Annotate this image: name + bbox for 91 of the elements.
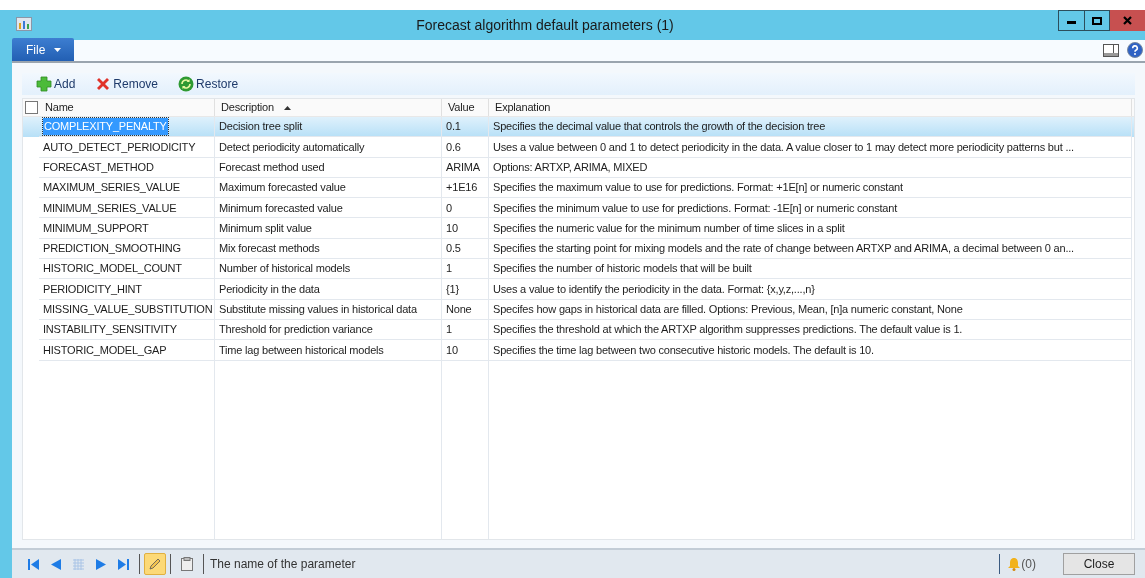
table-cell-text: 1 (446, 322, 452, 338)
table-cell-text: HISTORIC_MODEL_COUNT (43, 261, 182, 277)
table-row[interactable]: FORECAST_METHOD Forecast method used ARIMA Options: ARTXP, ARIMA, MIXED (23, 157, 1134, 178)
table-row[interactable]: HISTORIC_MODEL_COUNT Number of historical models 1 Specifies the number of historic models that will be built (23, 259, 1134, 280)
table-cell-text: MINIMUM_SUPPORT (43, 220, 149, 236)
previous-record-icon[interactable] (51, 558, 61, 570)
column-header[interactable]: Explanation (489, 99, 1132, 116)
table-cell-text: Minimum split value (219, 220, 312, 236)
table-cell-text: +1E16 (446, 180, 478, 196)
table-cell-text: Number of historical models (219, 261, 350, 277)
file-menu[interactable]: File (12, 38, 74, 61)
minimize-button[interactable] (1058, 10, 1085, 31)
table-cell-text: Specifes how gaps in historical data are filled. Options: Previous, Mean, [n]a numeric constant, None (493, 302, 963, 318)
select-all-checkbox[interactable] (24, 101, 38, 114)
table-cell-text: Mix forecast methods (219, 241, 320, 257)
table-cell-text: HISTORIC_MODEL_GAP (43, 342, 167, 358)
table-cell-text: Specifies the decimal value that controls the growth of the decision tree (493, 119, 826, 135)
table-row[interactable]: MAXIMUM_SERIES_VALUE Maximum forecasted value +1E16 Specifies the maximum value to use for predictions. Format: +1E[n] or numeric constant (23, 177, 1134, 199)
table-row[interactable]: MISSING_VALUE_SUBSTITUTION Substitute missing values in historical data None Specifes how gaps in historical data are filled. Options: Previous, Mean, [n]a numeric constant, None (23, 299, 1134, 320)
table-cell-text: 0.1 (446, 119, 461, 135)
close-window-button[interactable]: Close (1063, 553, 1135, 575)
column-header[interactable]: Description (215, 99, 442, 116)
table-cell-text: Uses a value between 0 and 1 to detect periodicity in the data. A value closer to 1 may detect more periodicity patterns but ... (493, 139, 1074, 155)
table-cell-text: Uses a value to identify the periodicity in the data. Format: {x,y,z,...,n} (493, 281, 815, 297)
table-cell-text: MINIMUM_SERIES_VALUE (43, 200, 177, 216)
table-cell-text: Substitute missing values in historical data (219, 302, 417, 318)
table-row[interactable]: COMPLEXITY_PENALTY Decision tree split 0.1 Specifies the decimal value that controls the growth of the decision tree (23, 117, 1134, 138)
clipboard-icon[interactable] (181, 557, 193, 571)
table-row[interactable]: MINIMUM_SERIES_VALUE Minimum forecasted value 0 Specifies the minimum value to use for predictions. Format: -1E[n] or numeric constant (23, 198, 1134, 219)
close-icon (95, 76, 112, 92)
table-row[interactable]: MINIMUM_SUPPORT Minimum split value 10 Specifies the numeric value for the minimum number of time slices in a split (23, 218, 1134, 239)
table-cell-text: 0.6 (446, 139, 461, 155)
table-row[interactable]: HISTORIC_MODEL_GAP Time lag between historical models 10 Specifies the time lag between two consecutive historic models. The default is 10. (23, 340, 1134, 361)
table-cell-text: Periodicity in the data (219, 281, 320, 297)
table-cell-text: FORECAST_METHOD (43, 160, 154, 175)
table-cell-text: Specifies the maximum value to use for predictions. Format: +1E[n] or numeric constant (493, 180, 903, 196)
table-cell-text: Forecast method used (219, 160, 325, 175)
app-icon (16, 17, 32, 31)
table-cell-text: MAXIMUM_SERIES_VALUE (43, 180, 180, 196)
table-cell-text: MISSING_VALUE_SUBSTITUTION (43, 302, 213, 318)
table-cell-text: ARIMA (446, 160, 480, 175)
table-cell-text: INSTABILITY_SENSITIVITY (43, 322, 177, 338)
panel-icon[interactable] (1103, 44, 1119, 57)
refresh-icon (178, 76, 195, 92)
table-cell-text: Specifies the number of historic models that will be built (493, 261, 752, 277)
bell-icon (1007, 557, 1022, 571)
table-cell-text: Threshold for prediction variance (219, 322, 373, 338)
table-cell-text: Specifies the minimum value to use for predictions. Format: -1E[n] or numeric constant (493, 200, 898, 216)
table-cell-text: Decision tree split (219, 119, 302, 135)
next-record-icon[interactable] (96, 558, 106, 570)
close-button[interactable] (1110, 10, 1145, 31)
table-cell-text: Options: ARTXP, ARIMA, MIXED (493, 160, 648, 175)
table-cell-text: Specifies the threshold at which the ARTXP algorithm suppresses predictions. The default value is 1. (493, 322, 963, 338)
table-cell-text: Specifies the numeric value for the minimum number of time slices in a split (493, 220, 845, 236)
plus-icon (36, 76, 52, 92)
table-row[interactable]: AUTO_DETECT_PERIODICITY Detect periodicity automatically 0.6 Uses a value between 0 and 1 to detect periodicity in the data. A value closer to 1 may detect more periodicity patterns but ... (23, 137, 1134, 158)
table-cell-text: {1} (446, 281, 459, 297)
table-cell-text: Minimum forecasted value (219, 200, 343, 216)
toolbar-button[interactable]: Add (36, 75, 76, 93)
toolbar-button[interactable]: Remove (95, 75, 159, 93)
table-cell-text: PREDICTION_SMOOTHING (43, 241, 181, 257)
table-cell-text: AUTO_DETECT_PERIODICITY (43, 139, 196, 155)
table-cell-text: Specifies the time lag between two consecutive historic models. The default is 10. (493, 342, 874, 358)
last-record-icon[interactable] (118, 558, 129, 570)
help-icon[interactable] (1127, 42, 1143, 58)
notifications-button[interactable]: (0) (1007, 555, 1036, 573)
table-cell-text: Maximum forecasted value (219, 180, 346, 196)
table-cell: COMPLEXITY_PENALTY (43, 118, 168, 135)
table-cell-text: None (446, 302, 472, 318)
table-cell-text: 10 (446, 342, 458, 358)
window-title: Forecast algorithm default parameters (1) (415, 15, 675, 35)
toolbar-button[interactable]: Restore (178, 75, 239, 93)
table-row[interactable]: PERIODICITY_HINT Periodicity in the data {1} Uses a value to identify the periodicity in the data. Format: {x,y,z,...,n} (23, 279, 1134, 300)
table-cell-text: 0 (446, 200, 452, 216)
edit-mode-button[interactable] (144, 553, 166, 575)
table-cell-text: Detect periodicity automatically (219, 139, 365, 155)
table-cell-text: Specifies the starting point for mixing models and the rate of change between ARTXP and ARIMA, a decimal between 0 an... (493, 241, 1074, 257)
pencil-icon (148, 557, 162, 571)
table-cell-text: 0.5 (446, 241, 461, 257)
column-header[interactable]: Name (39, 99, 215, 116)
first-record-icon[interactable] (28, 558, 39, 570)
close-icon (1123, 16, 1132, 25)
table-cell-text: 1 (446, 261, 452, 277)
table-cell-text: PERIODICITY_HINT (43, 281, 142, 297)
table-row[interactable]: INSTABILITY_SENSITIVITY Threshold for prediction variance 1 Specifies the threshold at which the ARTXP algorithm suppresses predictions. The default value is 1. (23, 319, 1134, 341)
table-cell-text: 10 (446, 220, 458, 236)
help-text: The name of the parameter (210, 556, 356, 573)
table-row[interactable]: PREDICTION_SMOOTHING Mix forecast methods 0.5 Specifies the starting point for mixing models and the rate of change between ARTXP and ARIMA, a decimal between 0 an... (23, 238, 1134, 260)
table-cell-text: Time lag between historical models (219, 342, 384, 358)
column-header[interactable]: Value (442, 99, 489, 116)
caret-icon (54, 47, 62, 52)
